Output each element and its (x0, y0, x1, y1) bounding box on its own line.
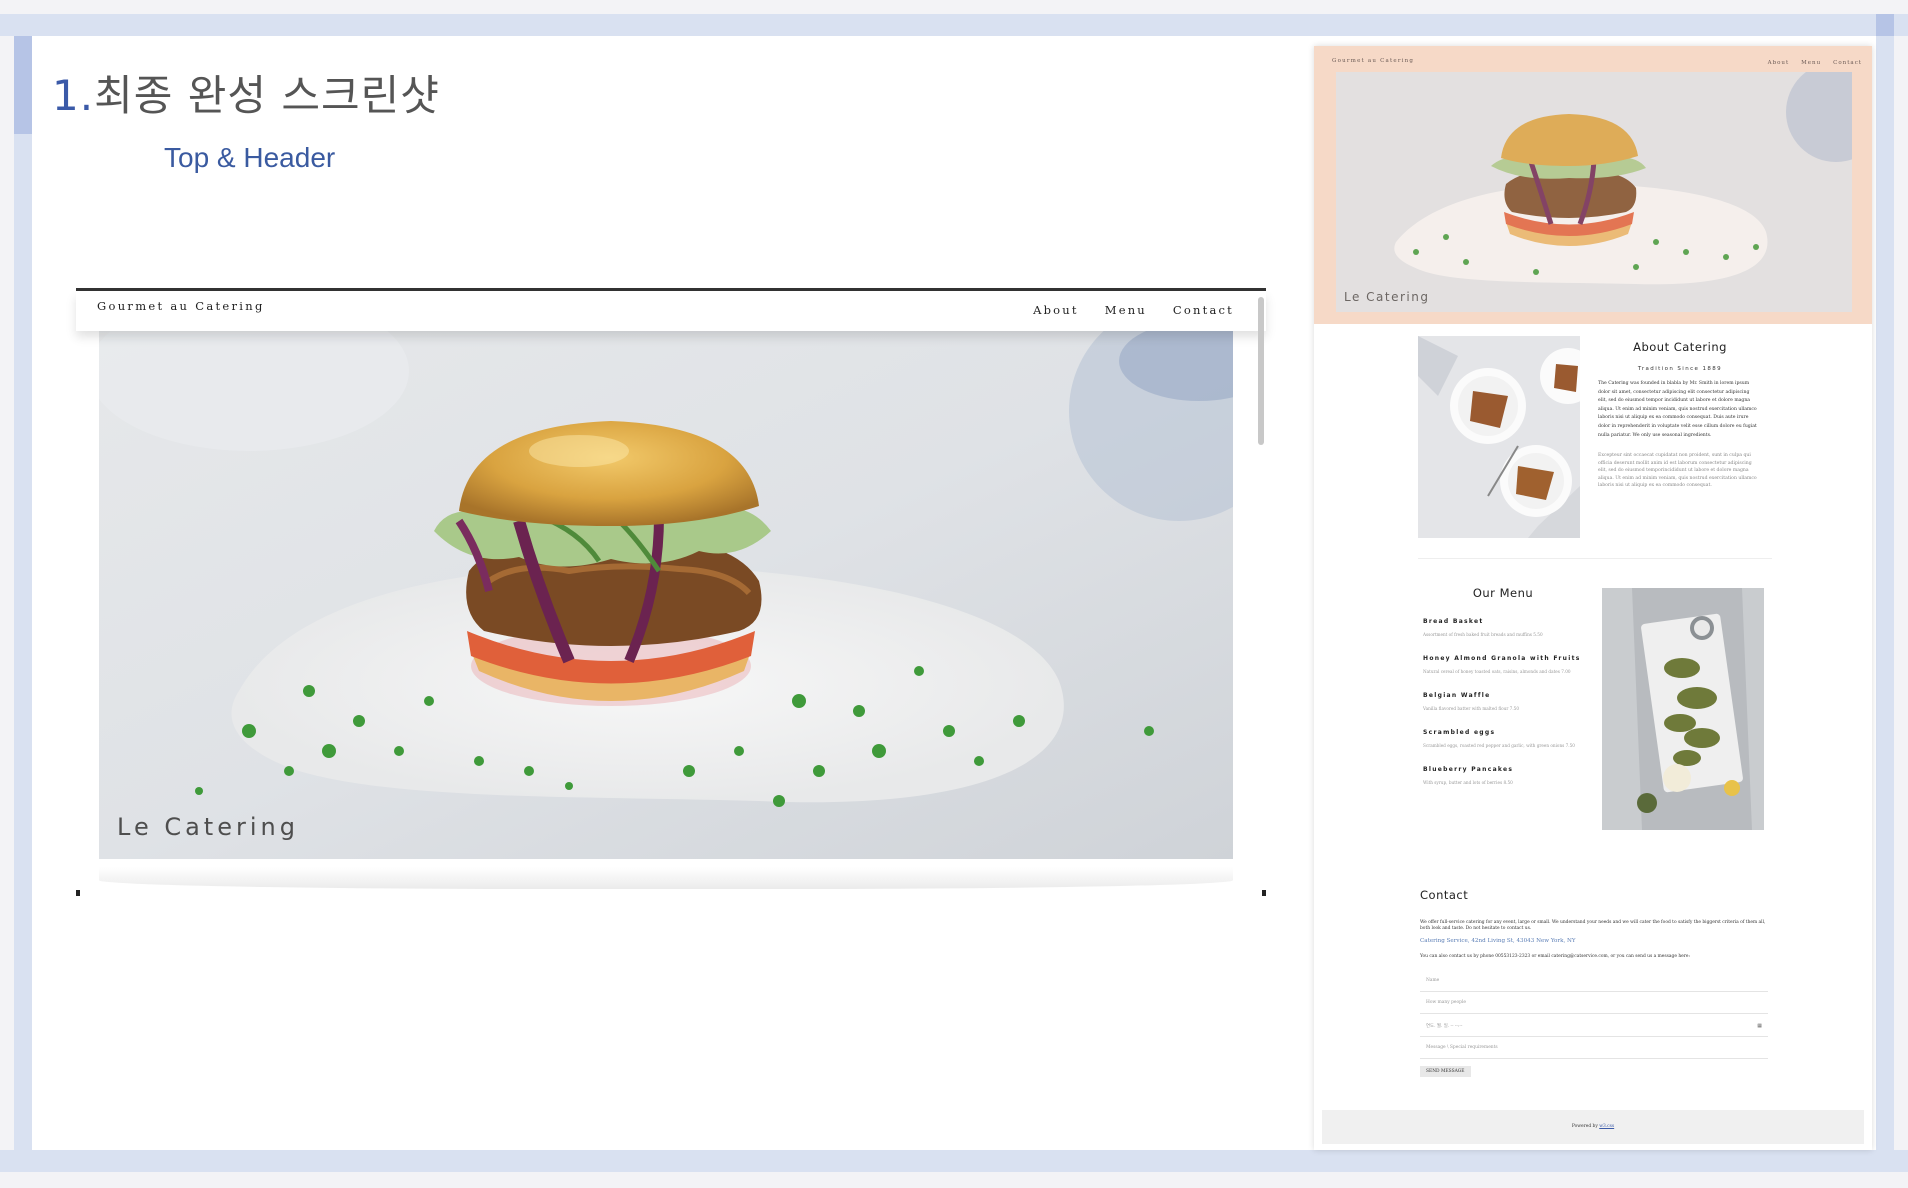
menu-item-name: Scrambled eggs (1423, 729, 1496, 736)
about-text: The Catering was founded in blabla by Mr… (1598, 381, 1757, 438)
site-header: Gourmet au Catering About Menu Contact (76, 291, 1266, 331)
menu-title: Our Menu (1472, 586, 1534, 600)
section-divider (1418, 558, 1772, 559)
menu-item: Honey Almond Granola with Fruits Natural… (1423, 655, 1593, 692)
about-image (1418, 336, 1580, 538)
slide-title: 1.최종 완성 스크린샷 (52, 62, 440, 123)
preview-hero-caption: Le Catering (1344, 290, 1430, 304)
frame-band-top (0, 14, 1908, 36)
menu-list: Bread Basket Assortment of fresh baked f… (1423, 618, 1593, 803)
send-message-button[interactable]: SEND MESSAGE (1420, 1066, 1471, 1077)
contact-text: We offer full-service catering for any e… (1420, 920, 1766, 931)
datetime-input-value: 연도. 월. 일. -- --:-- (1426, 1024, 1463, 1029)
datetime-input[interactable]: 연도. 월. 일. -- --:-- ▦ (1420, 1017, 1768, 1037)
hero-bottom-shadow (99, 867, 1233, 889)
site-brand-link[interactable]: Gourmet au Catering (97, 299, 265, 313)
website-screenshot-top-header: Gourmet au Catering About Menu Contact L… (76, 288, 1266, 896)
slide-title-number: 1. (52, 71, 95, 120)
about-title: About Catering (1633, 340, 1727, 354)
about-text-secondary: Excepteur sint occaecat cupidatat non pr… (1598, 453, 1757, 489)
menu-item: Scrambled eggs Scrambled eggs, roasted r… (1423, 729, 1593, 766)
people-count-input[interactable]: How many people (1420, 994, 1768, 1014)
menu-item-desc: Natural cereal of honey toasted oats, ra… (1423, 669, 1571, 674)
message-input[interactable]: Message \ Special requirements (1420, 1039, 1768, 1059)
fried-vegetables-photo (1602, 588, 1764, 830)
calendar-icon[interactable]: ▦ (1757, 1023, 1762, 1029)
slide-title-text: 최종 완성 스크린샷 (94, 71, 440, 120)
menu-item: Belgian Waffle Vanilla flavored batter w… (1423, 692, 1593, 729)
frame-accent-left (14, 36, 32, 134)
menu-item-desc: Vanilla flavored batter with malted flou… (1423, 706, 1519, 711)
nav-contact-link[interactable]: Contact (1173, 303, 1234, 317)
hero-caption: Le Catering (117, 813, 299, 841)
mock-corner-right (1262, 890, 1266, 896)
menu-item-desc: Scrambled eggs, roasted red pepper and g… (1423, 743, 1575, 748)
menu-item-desc: With syrup, butter and lots of berries 8… (1423, 780, 1513, 785)
frame-band-bottom (0, 1150, 1908, 1172)
nav-menu-link[interactable]: Menu (1105, 303, 1147, 317)
scrollbar-thumb[interactable] (1258, 297, 1264, 445)
frame-band-left (14, 14, 32, 1172)
burger-photo (99, 331, 1233, 859)
contact-text-secondary: You can also contact us by phone 0055312… (1420, 954, 1690, 959)
frame-accent-right (1876, 14, 1894, 36)
full-page-preview: Gourmet au Catering About Menu Contact L… (1314, 46, 1872, 1150)
menu-item-name: Belgian Waffle (1423, 692, 1491, 699)
slide-subtitle: Top & Header (164, 142, 336, 173)
preview-nav: About Menu Contact (1768, 60, 1862, 66)
menu-item-name: Blueberry Pancakes (1423, 766, 1514, 773)
mock-corner-left (76, 890, 80, 896)
nav-about-link[interactable]: About (1033, 303, 1079, 317)
footer-link[interactable]: w3.css (1599, 1124, 1614, 1129)
footer-text: Powered by w3.css (1322, 1124, 1864, 1129)
menu-item: Bread Basket Assortment of fresh baked f… (1423, 618, 1593, 655)
preview-burger-photo (1336, 72, 1852, 312)
contact-title: Contact (1420, 888, 1469, 902)
menu-item-name: Bread Basket (1423, 618, 1484, 625)
preview-header-area: Gourmet au Catering About Menu Contact L… (1314, 46, 1872, 324)
menu-item-desc: Assortment of fresh baked fruit breads a… (1423, 632, 1543, 637)
site-nav: About Menu Contact (1033, 303, 1234, 317)
contact-address: Catering Service, 42nd Living St, 43043 … (1420, 938, 1576, 944)
frame-band-right (1876, 14, 1894, 1172)
preview-footer: Powered by w3.css (1322, 1110, 1864, 1144)
preview-brand[interactable]: Gourmet au Catering (1332, 58, 1414, 64)
footer-prefix: Powered by (1571, 1124, 1598, 1129)
menu-item: Blueberry Pancakes With syrup, butter an… (1423, 766, 1593, 803)
menu-item-name: Honey Almond Granola with Fruits (1423, 655, 1581, 662)
hero-image: Le Catering (99, 331, 1233, 859)
dessert-plates-photo (1418, 336, 1580, 538)
menu-image (1602, 588, 1764, 830)
preview-nav-contact[interactable]: Contact (1833, 60, 1862, 66)
preview-nav-about[interactable]: About (1768, 60, 1790, 66)
about-subtitle: Tradition Since 1889 (1637, 366, 1723, 372)
preview-hero-image: Le Catering (1336, 72, 1852, 312)
name-input[interactable]: Name (1420, 972, 1768, 992)
preview-nav-menu[interactable]: Menu (1801, 60, 1821, 66)
